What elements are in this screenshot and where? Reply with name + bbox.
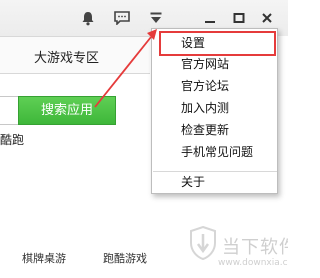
feedback-icon[interactable] — [113, 9, 131, 27]
search-input[interactable] — [0, 96, 18, 125]
menu-item-join-beta[interactable]: 加入内测 — [153, 98, 277, 119]
nav-item-big-games[interactable]: 大游戏专区 — [34, 47, 99, 66]
category-link-parkour-games[interactable]: 跑酷游戏 — [103, 250, 147, 266]
watermark-logo — [190, 226, 216, 260]
app-window: 大游戏专区 搜索应用 酷跑 棋牌桌游 跑酷游戏 当下软件园 www.downxi… — [0, 0, 288, 278]
minimize-icon[interactable] — [201, 9, 219, 27]
watermark-url: www.downxia.com — [218, 258, 288, 268]
maximize-icon[interactable] — [230, 9, 248, 27]
menu-item-check-update[interactable]: 检查更新 — [153, 120, 277, 141]
bell-icon[interactable] — [79, 9, 97, 27]
search-result-text[interactable]: 酷跑 — [0, 131, 24, 148]
menu-item-official-forum[interactable]: 官方论坛 — [153, 76, 277, 97]
watermark-name: 当下软件园 — [222, 237, 288, 258]
main-menu-dropdown: 设置 官方网站 官方论坛 加入内测 检查更新 手机常见问题 关于 — [151, 28, 278, 194]
menu-dropdown-icon[interactable] — [147, 9, 165, 27]
search-button[interactable]: 搜索应用 — [18, 96, 116, 125]
annotation-highlight-box — [159, 31, 276, 56]
menu-item-about[interactable]: 关于 — [153, 172, 277, 193]
close-icon[interactable] — [258, 9, 276, 27]
category-link-board-games[interactable]: 棋牌桌游 — [22, 250, 66, 266]
nav-strip: 大游戏专区 — [0, 36, 150, 74]
menu-item-official-site[interactable]: 官方网站 — [153, 54, 277, 75]
menu-item-phone-faq[interactable]: 手机常见问题 — [153, 142, 277, 163]
